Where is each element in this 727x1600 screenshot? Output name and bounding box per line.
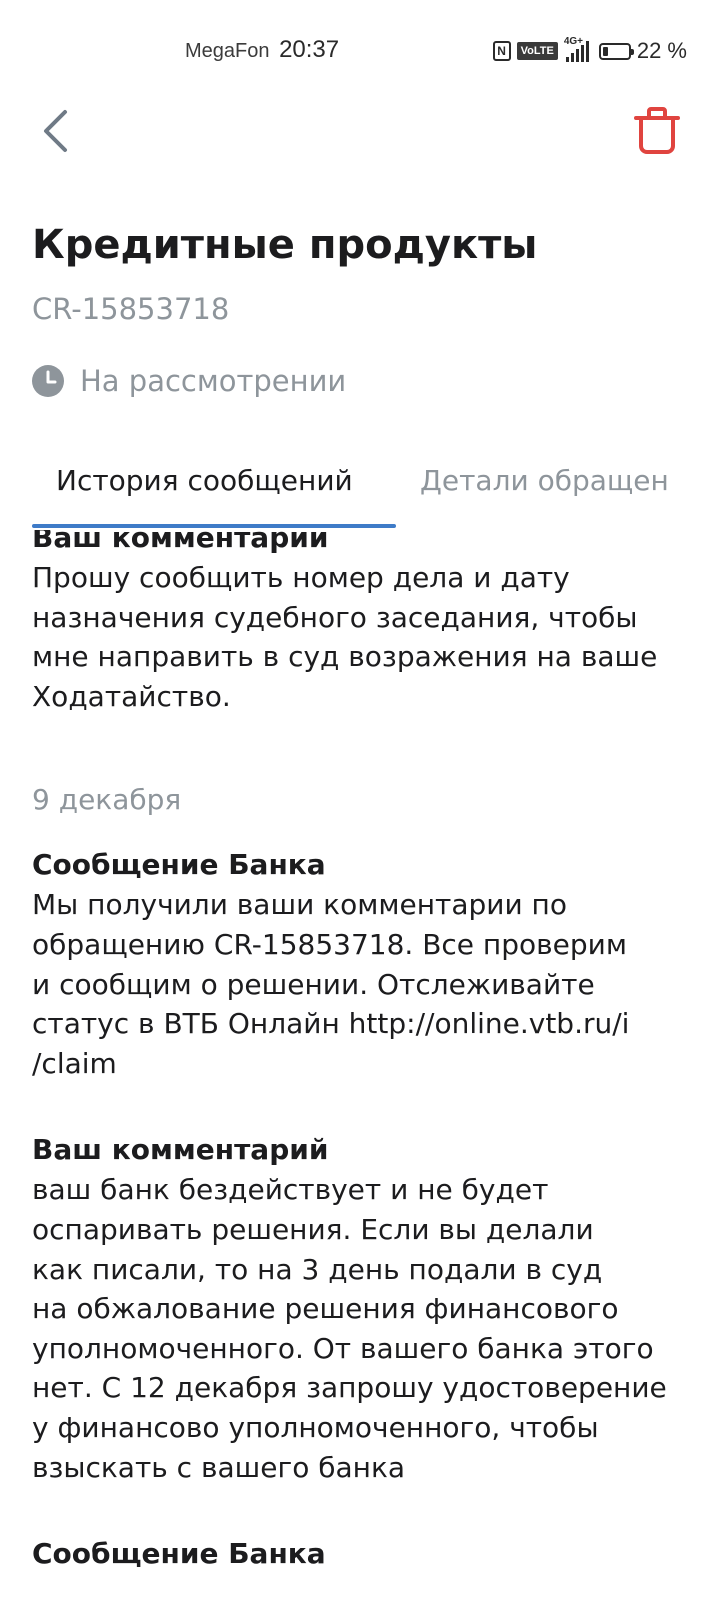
status-icons: N VoLTE 4G+ 22 % [492, 36, 687, 64]
nfc-icon: N [492, 41, 511, 61]
status-bar: MegaFon 20:37 N VoLTE 4G+ 22 % [0, 0, 727, 100]
active-tab-indicator [32, 524, 396, 528]
status-carrier-time: MegaFon 20:37 [185, 36, 339, 64]
network-type-label: 4G+ [563, 36, 584, 47]
battery-percent: 22 % [636, 38, 687, 63]
signal-icon: 4G+ [564, 36, 589, 62]
claim-status-text: На рассмотрении [80, 364, 347, 398]
battery-fill [602, 46, 608, 56]
message-item: Сообщение Банка [32, 1534, 692, 1574]
tab-claim-details[interactable]: Детали обращен [420, 464, 669, 497]
volte-icon: VoLTE [516, 42, 558, 60]
message-text: Мы получили ваши комментарии по обращени… [32, 888, 630, 1080]
message-item: Сообщение Банка Мы получили ваши коммент… [32, 845, 692, 1083]
tab-message-history[interactable]: История сообщений [56, 464, 353, 497]
delete-button[interactable] [630, 104, 684, 160]
message-author: Сообщение Банка [32, 1537, 326, 1571]
carrier-name: MegaFon [185, 40, 270, 62]
message-author: Ваш комментарий [32, 530, 329, 554]
status-time: 20:37 [279, 36, 340, 63]
message-item: Ваш комментарий Прошу сообщить номер дел… [32, 530, 692, 716]
message-item: Ваш комментарий ваш банк бездействует и … [32, 1130, 692, 1487]
trash-icon [634, 107, 680, 154]
message-author: Сообщение Банка [32, 848, 326, 882]
message-text: Прошу сообщить номер дела и дату назначе… [32, 561, 658, 713]
message-date-group: 9 декабря [32, 780, 692, 820]
message-history-list[interactable]: Ваш комментарий Прошу сообщить номер дел… [0, 530, 727, 1600]
message-date: 9 декабря [32, 783, 182, 817]
clock-icon [32, 365, 64, 397]
message-author: Ваш комментарий [32, 1133, 329, 1167]
chevron-left-icon [44, 110, 67, 152]
page-title: Кредитные продукты [32, 222, 538, 268]
tab-bar: История сообщений Детали обращен [0, 446, 727, 530]
back-button[interactable] [32, 102, 82, 158]
claim-status: На рассмотрении [32, 364, 346, 398]
battery-icon [598, 42, 634, 60]
message-text: ваш банк бездействует и не будет оспарив… [32, 1173, 667, 1484]
claim-id: CR-15853718 [32, 292, 230, 326]
